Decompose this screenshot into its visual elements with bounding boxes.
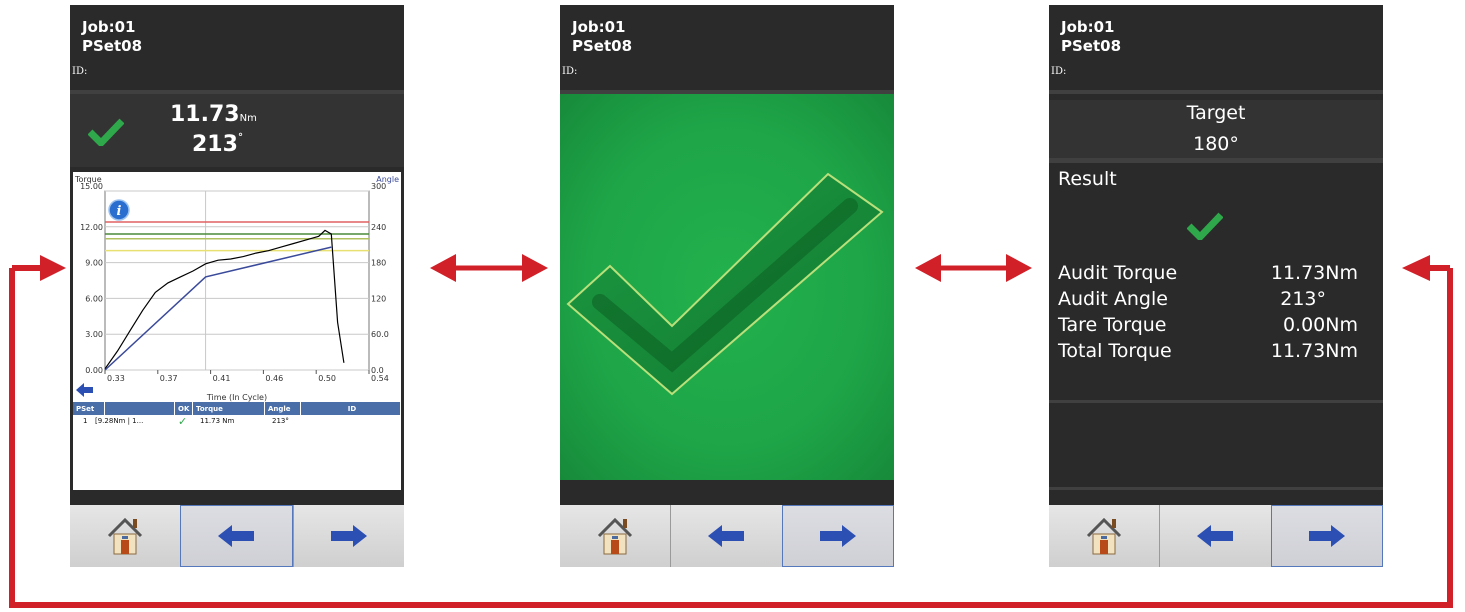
flow-arrows xyxy=(9,254,1453,608)
loop-arrowhead-left-icon xyxy=(40,255,66,281)
double-arrow-right-icon xyxy=(1006,254,1032,282)
double-arrow-left-icon xyxy=(430,254,456,282)
loop-arrowhead-right-icon xyxy=(1402,255,1430,281)
loop-line xyxy=(9,268,1453,608)
double-arrow-left-icon xyxy=(915,254,941,282)
double-arrow-right-icon xyxy=(522,254,548,282)
